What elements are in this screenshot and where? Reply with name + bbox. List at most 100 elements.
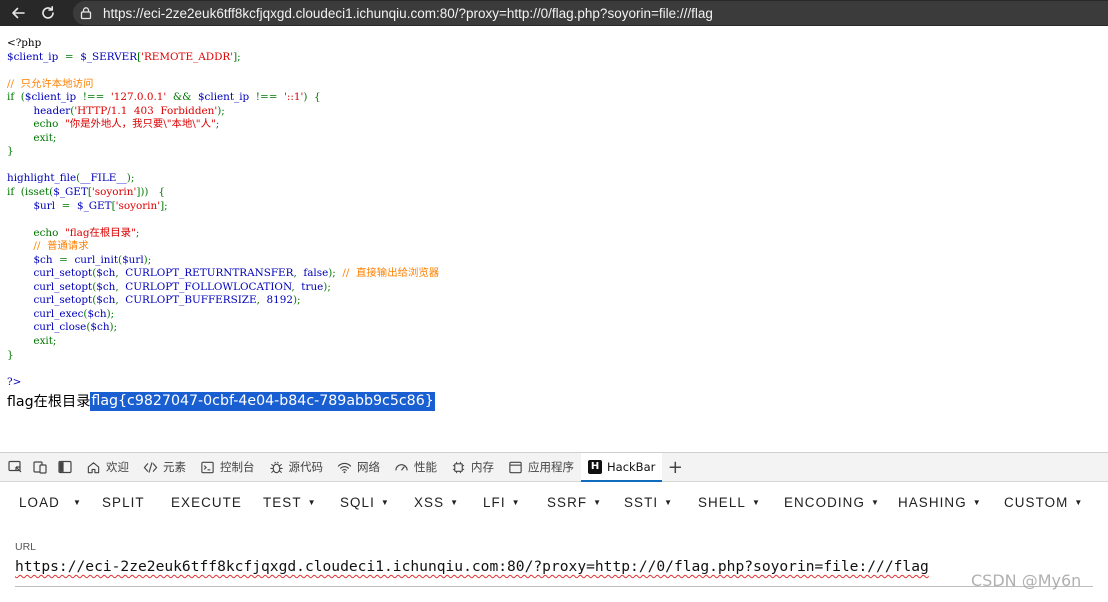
back-button[interactable] [4,0,32,26]
devtools-tab-home[interactable]: 欢迎 [79,453,136,481]
source-line: curl_exec($ch); [7,308,907,322]
hackbar-hashing-button[interactable]: HASHING ▼ [898,495,981,510]
hackbar-ssrf-button[interactable]: SSRF ▼ [547,495,601,510]
device-emulation-button[interactable] [27,453,52,481]
sidebar-toggle-button[interactable] [52,453,77,481]
source-token [7,267,33,279]
devtools-tab-bug[interactable]: 源代码 [262,453,331,481]
caret-down-icon: ▼ [450,497,459,507]
url-label: URL [15,541,37,553]
source-token: $ch [90,321,110,334]
source-token: "flag在根目录" [64,226,136,239]
source-line: if ($client_ip !== '127.0.0.1' && $clien… [7,91,907,105]
source-token: $client_ip [197,91,250,104]
hackbar-menu-label: EXECUTE [171,494,242,510]
app-window-icon [508,460,523,475]
devtools-tab-hackbar-logo[interactable]: H HackBar [581,453,663,482]
hackbar-custom-button[interactable]: CUSTOM ▼ [1004,495,1082,510]
source-token [7,281,33,293]
source-line: if (isset($_GET['soyorin'])) { [7,186,907,200]
source-token: '127.0.0.1' [110,91,167,104]
source-token: header [33,104,71,117]
source-token: ) { [303,91,321,104]
source-line: $client_ip = $_SERVER['REMOTE_ADDR']; [7,51,907,65]
caret-down-icon: ▼ [751,497,760,507]
hackbar-menu-label: SSTI [624,494,659,510]
source-token: ); [328,267,343,280]
gauge-icon [394,460,409,475]
inspect-element-button[interactable] [2,453,27,481]
source-token: $client_ip [24,91,77,104]
source-token: ; [135,226,140,239]
devtools-tab-list: 欢迎 元素 控制台 源代码 网络 性能 内存 应用程序 H HackBar [79,452,663,482]
source-token: if ( [7,91,25,104]
devtools-tab-label: 欢迎 [106,460,129,474]
hackbar-sqli-button[interactable]: SQLI ▼ [340,495,389,510]
reload-icon [42,6,54,19]
source-token: ); [323,280,331,293]
address-bar-url: https://eci-2ze2euk6tff8kcfjqxgd.cloudec… [103,5,713,21]
source-token: && [166,91,198,104]
hackbar-url-input[interactable]: https://eci-2ze2euk6tff8kcfjqxgd.cloudec… [15,558,929,575]
source-line [7,159,907,173]
devtools-tab-label: 元素 [163,460,186,474]
hackbar-lfi-button[interactable]: LFI ▼ [483,495,520,510]
devtools-tab-app-window[interactable]: 应用程序 [501,453,581,481]
caret-down-icon: ▼ [511,497,520,507]
bug-icon [269,460,284,475]
caret-down-icon: ▼ [1074,497,1083,507]
reload-button[interactable] [34,0,62,26]
source-token: curl_exec [33,307,84,320]
page-output: flag在根目录 flag{c9827047-0cbf-4e04-b84c-789… [7,390,435,412]
hackbar-load-dropdown-button[interactable]: ▼ [73,498,81,507]
inspect-icon [7,460,21,473]
hackbar-ssti-button[interactable]: SSTI ▼ [624,495,672,510]
page-info-icon[interactable] [73,1,99,25]
hackbar-xss-button[interactable]: XSS ▼ [414,495,458,510]
source-token: $client_ip [7,50,59,63]
devtools-tab-code[interactable]: 元素 [136,453,193,481]
hackbar-split-button[interactable]: SPLIT [102,495,145,510]
source-token: $ch [87,307,107,320]
address-bar[interactable]: https://eci-2ze2euk6tff8kcfjqxgd.cloudec… [73,1,1108,25]
source-token: false [303,267,329,280]
caret-down-icon: ▼ [73,497,81,507]
devtools-tab-gauge[interactable]: 性能 [387,453,444,481]
source-token: } [7,145,14,158]
source-token: CURLOPT_FOLLOWLOCATION [125,280,292,293]
devtools-tab-console[interactable]: 控制台 [193,453,262,481]
caret-down-icon: ▼ [664,497,673,507]
chip-icon [451,460,466,475]
source-token: = [55,199,77,212]
caret-down-icon: ▼ [870,497,879,507]
source-line: highlight_file(__FILE__); [7,172,907,186]
devtools-tab-chip[interactable]: 内存 [444,453,501,481]
source-token: 'HTTP/1.1 403 Forbidden' [74,104,218,117]
add-tool-button[interactable]: + [662,453,688,481]
source-token: curl_init [74,253,118,266]
source-token: , [115,267,126,280]
source-line: echo "flag在根目录"; [7,227,907,241]
hackbar-load-button[interactable]: LOAD [19,495,60,510]
source-token: echo [7,226,65,239]
selected-flag-text[interactable]: flag{c9827047-0cbf-4e04-b84c-789abb9c5c8… [90,391,435,411]
devtools-tab-wifi[interactable]: 网络 [330,453,387,481]
hackbar-test-button[interactable]: TEST ▼ [263,495,316,510]
hackbar-encoding-button[interactable]: ENCODING ▼ [784,495,879,510]
source-token [7,105,33,117]
source-token: ); [106,307,115,320]
hackbar-menu-label: SQLI [340,494,375,510]
source-token [7,321,33,333]
source-token: , [291,280,302,293]
hackbar-execute-button[interactable]: EXECUTE [171,495,242,510]
source-token: ]; [233,50,241,63]
devtools-tab-label: 源代码 [288,460,324,474]
code-icon [143,460,158,475]
devtools-tab-label: 应用程序 [528,460,574,474]
hackbar-menu-label: SPLIT [102,494,145,510]
source-token: // 直接输出给浏览器 [342,267,440,280]
hackbar-shell-button[interactable]: SHELL ▼ [698,495,760,510]
source-token: $ch [96,267,116,280]
source-token: // 普通请求 [7,240,89,253]
devtools-tab-label: 控制台 [220,460,255,474]
